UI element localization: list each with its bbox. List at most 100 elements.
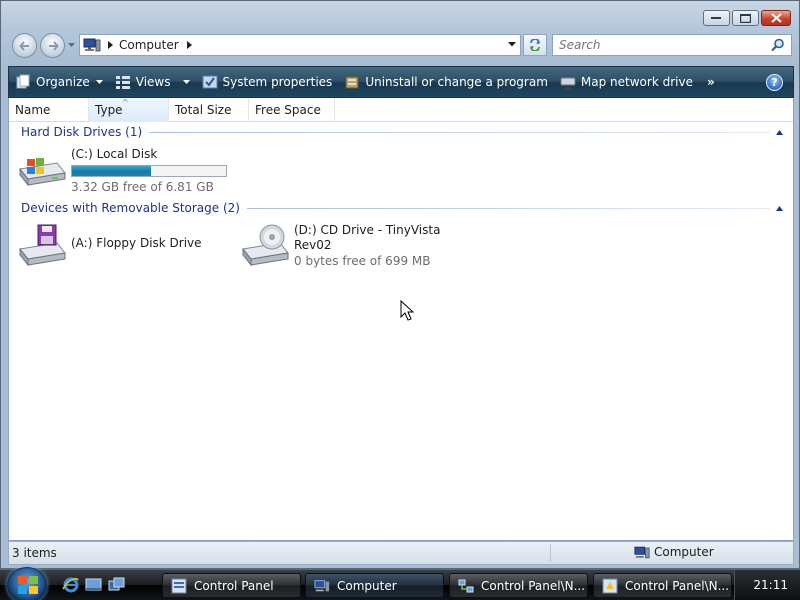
drive-d-details: (D:) CD Drive - TinyVista Rev02 0 bytes … xyxy=(294,223,440,269)
maximize-icon xyxy=(740,13,751,23)
uninstall-program-label: Uninstall or change a program xyxy=(365,75,548,89)
computer-icon xyxy=(83,38,101,52)
group-header-removable-storage[interactable]: Devices with Removable Storage (2) xyxy=(21,201,783,215)
network-drive-icon xyxy=(560,77,576,90)
show-desktop-icon[interactable] xyxy=(85,576,102,593)
caption-buttons xyxy=(703,10,791,26)
map-network-drive-button[interactable]: Map network drive xyxy=(554,67,699,97)
maximize-button[interactable] xyxy=(732,10,759,26)
organize-button[interactable]: Organize xyxy=(9,67,109,97)
views-label: Views xyxy=(135,75,171,89)
taskbar-button-control-panel-network-2[interactable]: Control Panel\N... xyxy=(593,573,732,598)
group-title: Hard Disk Drives (1) xyxy=(21,125,143,139)
status-location: Computer xyxy=(634,545,714,559)
notification-area: 21:11 xyxy=(734,570,800,600)
drive-c-local-disk[interactable]: (C:) Local Disk 3.32 GB free of 6.81 GB xyxy=(17,147,227,195)
collapse-icon[interactable] xyxy=(776,205,783,211)
recent-pages-dropdown[interactable] xyxy=(68,43,75,48)
internet-explorer-icon[interactable] xyxy=(62,576,79,593)
clock[interactable]: 21:11 xyxy=(753,578,788,592)
search-box xyxy=(552,34,792,56)
switch-windows-icon[interactable] xyxy=(108,576,125,593)
quick-launch xyxy=(62,576,125,593)
minimize-button[interactable] xyxy=(703,10,730,26)
help-button[interactable]: ? xyxy=(766,74,783,91)
control-panel-icon xyxy=(171,578,187,593)
taskbar-button-label: Computer xyxy=(337,578,397,593)
taskbar-button-control-panel-network[interactable]: Control Panel\N... xyxy=(449,573,588,598)
breadcrumb-computer[interactable]: Computer xyxy=(119,38,179,52)
breadcrumb-chevron-icon[interactable] xyxy=(186,41,192,49)
column-headers: Name Type ^ Total Size Free Space xyxy=(9,98,793,122)
item-count: 3 items xyxy=(12,546,57,560)
organize-icon xyxy=(16,74,30,89)
system-properties-icon xyxy=(202,75,217,89)
views-icon xyxy=(115,76,130,89)
mouse-cursor-icon xyxy=(400,300,414,321)
capacity-bar-fill xyxy=(72,166,151,176)
group-divider xyxy=(149,131,770,133)
taskbar-button-control-panel[interactable]: Control Panel xyxy=(162,573,301,598)
taskbar: Control Panel Computer Control Panel\N..… xyxy=(0,567,800,600)
taskbar-button-label: Control Panel\N... xyxy=(625,578,730,593)
group-divider xyxy=(246,207,770,209)
arrow-left-icon xyxy=(19,41,29,51)
capacity-bar xyxy=(71,165,227,177)
column-header-total-size[interactable]: Total Size xyxy=(169,98,249,122)
refresh-button[interactable] xyxy=(523,34,547,56)
address-dropdown-icon[interactable] xyxy=(508,42,516,47)
column-header-name[interactable]: Name xyxy=(9,98,89,122)
close-button[interactable] xyxy=(761,10,791,26)
column-header-type-label: Type xyxy=(95,103,123,117)
collapse-icon[interactable] xyxy=(776,129,783,135)
taskbar-button-label: Control Panel xyxy=(194,578,274,593)
drive-name: (A:) Floppy Disk Drive xyxy=(71,236,202,250)
drive-name-line2: Rev02 xyxy=(294,238,332,252)
system-properties-button[interactable]: System properties xyxy=(196,67,339,97)
chevron-down-icon xyxy=(182,80,190,84)
group-title: Devices with Removable Storage (2) xyxy=(21,201,240,215)
map-network-drive-label: Map network drive xyxy=(580,75,693,89)
start-button[interactable] xyxy=(7,567,47,600)
drive-c-details: (C:) Local Disk 3.32 GB free of 6.81 GB xyxy=(71,147,227,195)
status-bar: 3 items Computer xyxy=(8,541,794,565)
drive-name: (C:) Local Disk xyxy=(71,147,158,161)
refresh-icon xyxy=(530,39,540,51)
computer-icon xyxy=(634,546,650,558)
views-button[interactable]: Views xyxy=(109,67,196,97)
control-panel-icon xyxy=(602,578,618,593)
sort-ascending-icon: ^ xyxy=(122,98,129,107)
explorer-window: Computer Organize Views System propertie… xyxy=(0,0,800,569)
drive-d-cd[interactable]: (D:) CD Drive - TinyVista Rev02 0 bytes … xyxy=(240,223,440,269)
column-header-type[interactable]: Type ^ xyxy=(89,98,169,122)
status-location-label: Computer xyxy=(654,545,714,559)
network-icon xyxy=(458,579,474,592)
address-bar[interactable]: Computer xyxy=(79,34,521,56)
back-button[interactable] xyxy=(12,33,37,58)
drive-a-details: (A:) Floppy Disk Drive xyxy=(71,223,202,267)
uninstall-program-button[interactable]: Uninstall or change a program xyxy=(338,67,554,97)
forward-button[interactable] xyxy=(40,33,65,58)
organize-label: Organize xyxy=(36,75,90,89)
more-commands-button[interactable]: » xyxy=(699,67,723,97)
hard-drive-icon xyxy=(19,158,66,187)
taskbar-button-computer[interactable]: Computer xyxy=(305,573,444,598)
programs-icon xyxy=(345,76,359,89)
taskbar-button-label: Control Panel\N... xyxy=(481,578,586,593)
windows-logo-icon xyxy=(18,576,38,594)
column-header-free-space[interactable]: Free Space xyxy=(249,98,335,122)
drive-a-floppy[interactable]: (A:) Floppy Disk Drive xyxy=(17,223,202,267)
group-header-hard-disk-drives[interactable]: Hard Disk Drives (1) xyxy=(21,125,783,139)
chevron-down-icon xyxy=(95,80,103,84)
close-icon xyxy=(770,13,782,23)
drive-free-space: 0 bytes free of 699 MB xyxy=(294,254,431,268)
minimize-icon xyxy=(711,17,721,19)
search-input[interactable] xyxy=(553,35,763,55)
drive-free-space: 3.32 GB free of 6.81 GB xyxy=(71,180,214,194)
computer-icon xyxy=(314,579,330,591)
command-bar: Organize Views System properties Uninsta… xyxy=(8,66,794,98)
arrow-right-icon xyxy=(49,41,59,51)
drive-name-line1: (D:) CD Drive - TinyVista xyxy=(294,223,441,237)
search-icon[interactable] xyxy=(771,38,785,52)
status-divider xyxy=(550,544,551,562)
